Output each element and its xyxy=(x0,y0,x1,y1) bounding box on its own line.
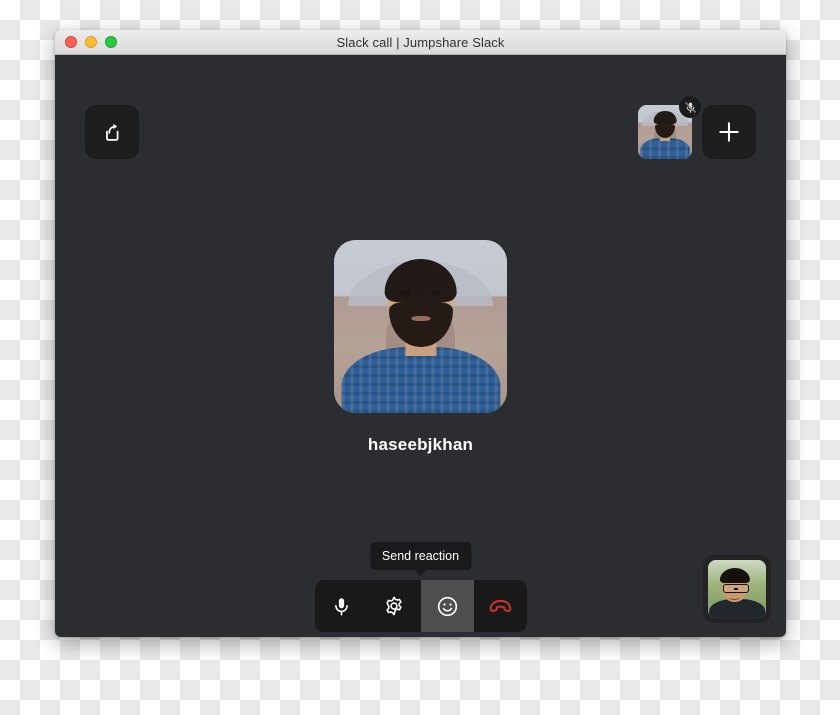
send-reaction-button[interactable] xyxy=(420,580,474,632)
top-right-participant-cluster xyxy=(638,96,756,159)
tooltip-send-reaction: Send reaction xyxy=(369,542,472,576)
phone-hangup-icon xyxy=(489,599,511,612)
self-view-photo xyxy=(708,560,766,618)
smiley-face-icon xyxy=(437,596,457,616)
window-title: Slack call | Jumpshare Slack xyxy=(336,34,505,50)
minimize-window-button[interactable] xyxy=(85,36,97,48)
avatar xyxy=(334,240,507,413)
microphone-muted-icon xyxy=(684,101,696,113)
main-speaker: haseebjkhan xyxy=(55,240,786,455)
avatar-person xyxy=(334,240,507,413)
share-export-icon xyxy=(106,123,119,141)
microphone-button[interactable] xyxy=(315,580,368,632)
microphone-icon xyxy=(334,597,348,616)
hang-up-button[interactable] xyxy=(474,580,527,632)
add-participant-button[interactable] xyxy=(702,105,756,159)
plus-icon xyxy=(719,122,739,142)
call-stage: haseebjkhan Send reaction xyxy=(55,55,786,637)
share-button[interactable] xyxy=(85,105,139,159)
call-control-bar xyxy=(314,580,527,632)
application-window: Slack call | Jumpshare Slack haseebjkhan… xyxy=(55,30,786,637)
microphone-muted-badge xyxy=(679,96,701,118)
gear-icon xyxy=(386,596,402,616)
self-view-person xyxy=(708,560,766,618)
speaker-name: haseebjkhan xyxy=(367,435,474,454)
self-view-thumbnail[interactable] xyxy=(703,555,771,623)
settings-button[interactable] xyxy=(368,580,421,632)
participant-thumbnail[interactable] xyxy=(638,96,701,159)
traffic-light-group xyxy=(55,36,117,48)
maximize-window-button[interactable] xyxy=(105,36,117,48)
window-titlebar: Slack call | Jumpshare Slack xyxy=(55,30,786,55)
close-window-button[interactable] xyxy=(65,36,77,48)
